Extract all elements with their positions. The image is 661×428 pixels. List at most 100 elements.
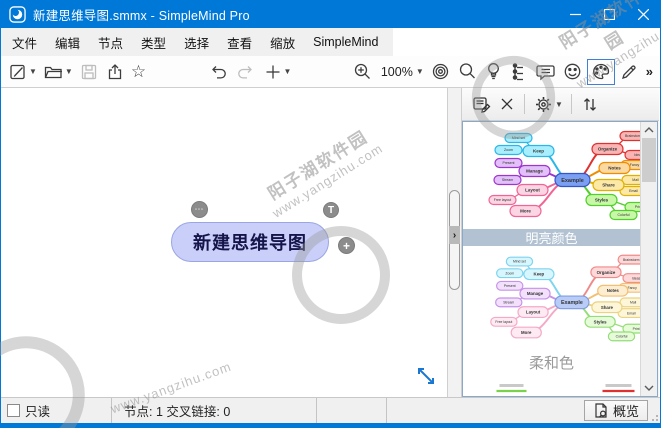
style-preview-2[interactable] [463, 382, 642, 396]
svg-text:Example: Example [561, 178, 584, 184]
format-brush-button[interactable] [617, 59, 642, 85]
svg-text:Layout: Layout [526, 310, 541, 315]
svg-text:Mind set: Mind set [512, 136, 525, 140]
svg-text:Mail: Mail [630, 301, 636, 305]
style-settings-button[interactable]: ▼ [531, 91, 565, 117]
note-button[interactable] [533, 59, 558, 85]
node-more-button[interactable]: ⋯ [191, 201, 208, 218]
node-text-tool-button[interactable]: T [323, 202, 339, 218]
svg-text:Present: Present [502, 161, 514, 165]
new-mindmap-button[interactable]: ▼ [6, 59, 39, 85]
scroll-up-button[interactable] [641, 122, 657, 138]
svg-text:Styles: Styles [595, 198, 609, 203]
center-map-button[interactable] [428, 59, 453, 85]
menu-item-3[interactable]: 类型 [132, 28, 175, 56]
svg-text:More: More [520, 209, 531, 214]
overview-button[interactable]: 概览 [583, 400, 648, 421]
main-area: ⋯ T 新建思维导图 + › ▼ Mind set Zoom Present S… [1, 88, 660, 397]
svg-text:Zoom: Zoom [505, 271, 514, 275]
svg-text:Styles: Styles [594, 319, 607, 324]
svg-text:Fancy: Fancy [628, 286, 638, 290]
svg-text:Example: Example [561, 300, 583, 306]
svg-text:Notes: Notes [608, 166, 621, 171]
svg-text:Free layout: Free layout [494, 198, 512, 202]
redo-button [233, 59, 259, 85]
maximize-button[interactable] [592, 0, 626, 28]
svg-text:Email: Email [629, 189, 638, 193]
menu-item-7[interactable]: SimpleMind [304, 28, 387, 56]
svg-text:Notes: Notes [607, 288, 620, 293]
zoom-in-button[interactable] [350, 59, 375, 85]
chevron-down-icon: ▼ [555, 99, 563, 109]
menu-item-5[interactable]: 查看 [218, 28, 261, 56]
readonly-toggle[interactable]: 只读 [1, 398, 112, 423]
chevron-down-icon: ▼ [415, 67, 424, 76]
edit-style-button[interactable] [469, 91, 494, 117]
chevron-down-icon: ▼ [29, 67, 37, 76]
node-count-status: 节点: 1 交叉链接: 0 [112, 398, 317, 423]
statusbar: 只读 节点: 1 交叉链接: 0 概览 [1, 397, 660, 423]
app-logo-icon [9, 5, 26, 23]
style-preview-label: 明亮颜色 [463, 229, 640, 246]
svg-text:Fancy: Fancy [630, 163, 640, 167]
menu-item-6[interactable]: 缩放 [261, 28, 304, 56]
minimize-button[interactable] [558, 0, 592, 28]
style-palette-button[interactable] [586, 58, 615, 85]
svg-text:Present: Present [504, 284, 516, 288]
app-window: 新建思维导图.smmx - SimpleMind Pro 文件 编辑 节点 类型 选择查… [0, 0, 661, 428]
svg-text:Zoom: Zoom [504, 148, 513, 152]
overview-label: 概览 [612, 404, 639, 419]
toolbar-overflow-button[interactable]: » [644, 59, 655, 85]
central-topic-node[interactable]: 新建思维导图 [171, 222, 329, 262]
emoji-button[interactable] [560, 59, 585, 85]
svg-text:Colorful: Colorful [617, 213, 629, 217]
fit-map-resize-icon[interactable] [415, 365, 437, 387]
svg-text:Organize: Organize [598, 147, 618, 152]
svg-text:Colorful: Colorful [616, 335, 628, 339]
svg-text:Share: Share [601, 305, 614, 310]
mindmap-canvas[interactable]: ⋯ T 新建思维导图 + [1, 88, 447, 397]
panel-toolbar-separator [524, 94, 525, 114]
resize-grip[interactable] [648, 411, 658, 421]
svg-text:Free layout: Free layout [495, 320, 512, 324]
svg-text:Brainstorm: Brainstorm [623, 258, 640, 262]
zoom-level-dropdown[interactable]: 100% ▼ [377, 59, 426, 85]
menu-item-4[interactable]: 选择 [175, 28, 218, 56]
brainstorm-idea-button[interactable] [482, 59, 505, 85]
statusbar-cell-empty [317, 398, 387, 423]
save-button [77, 59, 101, 85]
svg-text:More: More [521, 330, 532, 335]
add-child-node-button[interactable]: + [338, 237, 355, 254]
zoom-level-value: 100% [380, 64, 413, 79]
favorites-star-button[interactable]: ☆ [129, 59, 148, 85]
add-element-button[interactable]: ▼ [261, 59, 294, 85]
scroll-down-button[interactable] [641, 380, 657, 396]
style-preview-1[interactable]: Mind set Zoom Present Stream Free layout Brai… [463, 246, 642, 374]
menu-strip: 文件 编辑 节点 类型 选择 查看 缩放 SimpleMind [1, 28, 394, 56]
menu-item-2[interactable]: 节点 [89, 28, 132, 56]
style-preview-0[interactable]: Mind set Zoom Present Stream Free layout Brai… [463, 122, 642, 246]
share-export-button[interactable] [103, 59, 127, 85]
menubar: 文件 编辑 节点 类型 选择 查看 缩放 SimpleMind [1, 28, 660, 56]
outline-view-button[interactable] [507, 59, 531, 85]
svg-text:Stream: Stream [503, 301, 514, 305]
titlebar: 新建思维导图.smmx - SimpleMind Pro [1, 0, 660, 28]
panel-splitter[interactable]: › [447, 88, 462, 397]
panel-scrollbar[interactable] [640, 122, 657, 396]
search-button[interactable] [455, 59, 480, 85]
double-chevron-right-icon: » [645, 64, 653, 79]
style-previews: Mind set Zoom Present Stream Free layout Brai… [463, 122, 642, 396]
svg-text:Layout: Layout [525, 188, 540, 193]
reorder-styles-button[interactable] [578, 91, 602, 117]
central-topic-label: 新建思维导图 [193, 233, 307, 254]
panel-collapse-button[interactable]: › [449, 226, 460, 244]
close-button[interactable] [626, 0, 660, 28]
readonly-checkbox[interactable] [7, 404, 20, 417]
open-button[interactable]: ▼ [41, 59, 75, 85]
undo-button[interactable] [205, 59, 231, 85]
scrollbar-thumb[interactable] [642, 138, 656, 182]
node-count-label: 节点: 1 交叉链接: 0 [124, 405, 231, 419]
menu-item-0[interactable]: 文件 [3, 28, 46, 56]
window-bottom-border [1, 423, 660, 428]
menu-item-1[interactable]: 编辑 [46, 28, 89, 56]
